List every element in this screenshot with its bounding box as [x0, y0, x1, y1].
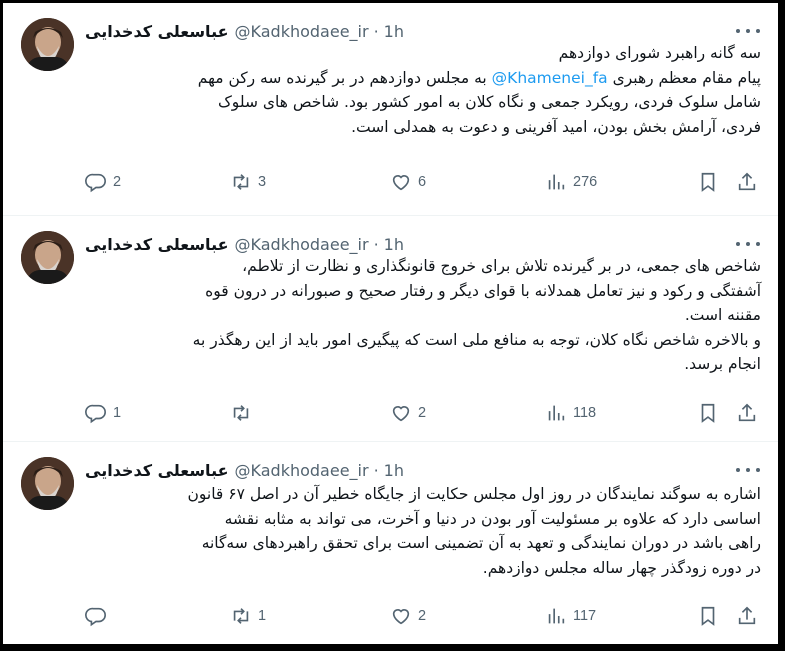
share-icon	[738, 172, 756, 191]
avatar[interactable]	[21, 457, 74, 510]
more-icon[interactable]	[736, 464, 760, 476]
timestamp[interactable]: 1h	[384, 22, 404, 41]
mention-link[interactable]: @Khamenei_fa	[492, 69, 608, 87]
view-count: 276	[573, 174, 598, 190]
reply-count: 2	[113, 174, 122, 190]
bookmark-icon	[701, 403, 715, 423]
author-handle[interactable]: @Kadkhodaee_ir	[235, 461, 369, 480]
like-button[interactable]: 2	[390, 401, 426, 425]
views-button[interactable]: 118	[545, 401, 596, 425]
tweet-line: و بالاخره شاخص نگاه کلان، توجه به منافع …	[192, 330, 761, 349]
share-icon	[738, 606, 756, 625]
author-name[interactable]: عباسعلی کدخدایی	[85, 461, 229, 480]
tweet-line: پیام مقام معظم رهبری @Khamenei_fa به مجل…	[85, 66, 761, 91]
like-count: 2	[418, 608, 427, 624]
tweet-line: مقننه است.	[684, 306, 761, 324]
reply-button[interactable]	[85, 604, 113, 628]
tweet-line: راهی باشد در دوران نمایندگی و تعهد به آن…	[201, 534, 761, 552]
tweet[interactable]: عباسعلی کدخدایی @Kadkhodaee_ir · 1h اشار…	[3, 442, 778, 644]
separator: ·	[373, 234, 379, 254]
tweet-line: آشفتگی و رکود و نیز تعامل همدلانه با قوا…	[205, 281, 761, 300]
tweet-text: شاخص های جمعی، در بر گیرنده تلاش برای خر…	[85, 254, 761, 377]
views-icon	[548, 174, 565, 190]
tweet-text-segment: پیام مقام معظم رهبری	[612, 68, 761, 87]
share-button[interactable]	[736, 604, 758, 628]
tweet-header: عباسعلی کدخدایی @Kadkhodaee_ir · 1h	[85, 459, 404, 481]
author-name[interactable]: عباسعلی کدخدایی	[85, 22, 229, 41]
reply-count: 1	[113, 405, 122, 421]
separator: ·	[373, 21, 379, 41]
like-button[interactable]: 6	[390, 170, 426, 194]
tweet-text: اشاره به سوگند نمایندگان در روز اول مجلس…	[85, 482, 762, 580]
action-bar: 1 2 118	[85, 401, 761, 425]
tweet[interactable]: عباسعلی کدخدایی @Kadkhodaee_ir · 1h سه گ…	[3, 3, 778, 216]
retweet-button[interactable]	[230, 401, 258, 425]
tweet-line: شامل سلوک فردی، رویکرد جمعی و نگاه کلان …	[217, 93, 761, 111]
author-handle[interactable]: @Kadkhodaee_ir	[235, 22, 369, 41]
tweet-text-segment: به مجلس دوازدهم در بر گیرنده سه رکن مهم	[197, 68, 487, 87]
reply-button[interactable]: 2	[85, 170, 121, 194]
retweet-icon	[233, 405, 249, 421]
timestamp[interactable]: 1h	[384, 235, 404, 254]
more-icon[interactable]	[736, 25, 760, 37]
tweet-thread: عباسعلی کدخدایی @Kadkhodaee_ir · 1h سه گ…	[3, 3, 778, 644]
separator: ·	[373, 460, 379, 480]
bookmark-button[interactable]	[697, 170, 719, 194]
views-button[interactable]: 117	[545, 604, 596, 628]
view-count: 117	[573, 608, 597, 624]
tweet-line: سه گانه راهبرد شورای دوازدهم	[558, 44, 761, 62]
views-icon	[548, 608, 565, 624]
action-bar: 2 3 6 276	[85, 170, 761, 194]
tweet[interactable]: عباسعلی کدخدایی @Kadkhodaee_ir · 1h شاخص…	[3, 216, 778, 442]
retweet-button[interactable]: 3	[230, 170, 266, 194]
tweet-header: عباسعلی کدخدایی @Kadkhodaee_ir · 1h	[85, 20, 404, 42]
bookmark-button[interactable]	[697, 401, 719, 425]
like-count: 6	[418, 174, 427, 190]
views-icon	[548, 405, 565, 421]
tweet-line: فردی، آرامش بخش بودن، امید آفرینی و دعوت…	[351, 117, 761, 136]
tweet-line: اشاره به سوگند نمایندگان در روز اول مجلس…	[187, 485, 762, 503]
reply-icon	[85, 173, 106, 193]
bookmark-button[interactable]	[697, 604, 719, 628]
share-button[interactable]	[736, 401, 758, 425]
author-handle[interactable]: @Kadkhodaee_ir	[235, 235, 369, 254]
tweet-line: انجام برسد.	[684, 355, 761, 373]
heart-icon	[392, 175, 410, 191]
retweet-count: 1	[258, 608, 267, 624]
tweet-line: شاخص های جمعی، در بر گیرنده تلاش برای خر…	[242, 257, 761, 275]
tweet-line: در دوره زودگذر چهار ساله مجلس دوازدهم.	[482, 558, 761, 577]
share-icon	[738, 403, 756, 422]
bookmark-icon	[701, 172, 715, 192]
tweet-text: سه گانه راهبرد شورای دوازدهم پیام مقام م…	[85, 41, 761, 139]
tweet-line: اساسی دارد که علاوه بر مسئولیت آور بودن …	[224, 509, 761, 528]
like-button[interactable]: 2	[390, 604, 426, 628]
view-count: 118	[573, 405, 597, 421]
action-bar: 1 2 117	[85, 604, 761, 628]
avatar[interactable]	[21, 18, 74, 71]
avatar[interactable]	[21, 231, 74, 284]
heart-icon	[392, 609, 410, 625]
like-count: 2	[418, 405, 427, 421]
timestamp[interactable]: 1h	[384, 461, 404, 480]
tweet-header: عباسعلی کدخدایی @Kadkhodaee_ir · 1h	[85, 233, 404, 255]
retweet-icon	[233, 174, 249, 190]
reply-button[interactable]: 1	[85, 401, 121, 425]
reply-icon	[85, 607, 106, 627]
more-icon[interactable]	[736, 238, 760, 250]
retweet-icon	[233, 608, 249, 624]
retweet-count: 3	[258, 174, 267, 190]
heart-icon	[392, 406, 410, 422]
reply-icon	[85, 404, 106, 424]
share-button[interactable]	[736, 170, 758, 194]
bookmark-icon	[701, 606, 715, 626]
author-name[interactable]: عباسعلی کدخدایی	[85, 235, 229, 254]
retweet-button[interactable]: 1	[230, 604, 266, 628]
views-button[interactable]: 276	[545, 170, 597, 194]
